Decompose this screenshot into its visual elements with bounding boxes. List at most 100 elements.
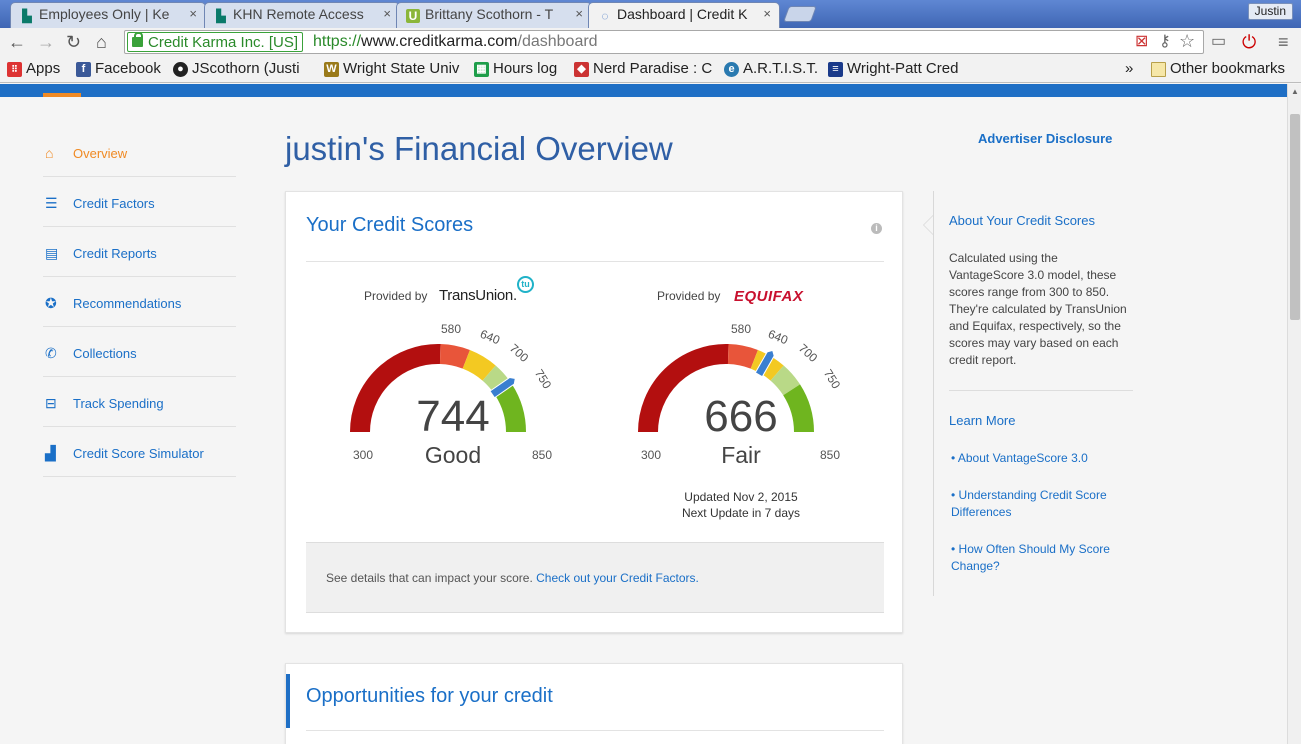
tab-strip: ▙ Employees Only | Ke × ▙ KHN Remote Acc… bbox=[0, 0, 1301, 28]
gauge-tick-label: 580 bbox=[441, 322, 462, 336]
about-scores-text: Calculated using the VantageScore 3.0 mo… bbox=[949, 251, 1127, 367]
checklist-icon: ☰ bbox=[45, 195, 58, 211]
ribbon-icon: ✪ bbox=[45, 295, 57, 311]
score-change-link[interactable]: • How Often Should My Score Change? bbox=[951, 541, 1121, 575]
transunion-badge-icon: tu bbox=[517, 276, 534, 293]
new-tab-button[interactable] bbox=[783, 6, 817, 22]
wsu-icon: W bbox=[324, 62, 339, 77]
ev-certificate-badge[interactable]: Credit Karma Inc. [US] bbox=[127, 32, 304, 52]
bookmarks-overflow-chevron[interactable]: » bbox=[1125, 60, 1133, 80]
sidebar-item-credit-factors[interactable]: ☰ Credit Factors bbox=[43, 177, 236, 227]
sidebar-item-overview[interactable]: ⌂ Overview bbox=[43, 127, 236, 177]
tab-khn-remote[interactable]: ▙ KHN Remote Access × bbox=[204, 2, 400, 28]
back-arrow-icon[interactable]: ← bbox=[8, 32, 26, 52]
tab-title: Brittany Scothorn - T bbox=[425, 6, 554, 22]
sheets-icon: ▦ bbox=[474, 62, 489, 77]
info-icon[interactable]: i bbox=[871, 223, 882, 234]
browser-toolbar: ← → ↻ ⌂ Credit Karma Inc. [US] https://w… bbox=[0, 28, 1301, 57]
tab-title: Employees Only | Ke bbox=[39, 6, 170, 22]
profile-button[interactable]: Justin bbox=[1247, 3, 1293, 20]
credit-score-rating: Fair bbox=[721, 442, 761, 468]
bookmark-other[interactable]: Other bookmarks bbox=[1151, 60, 1296, 80]
understanding-differences-link[interactable]: • Understanding Credit Score Differences bbox=[951, 487, 1121, 521]
artist-icon: e bbox=[724, 62, 739, 77]
bookmark-label: JScothorn (Justi bbox=[192, 60, 300, 77]
close-icon[interactable]: × bbox=[189, 6, 197, 21]
bookmark-hours-log[interactable]: ▦ Hours log bbox=[474, 60, 564, 80]
sidebar-item-score-simulator[interactable]: ▟ Credit Score Simulator bbox=[43, 427, 236, 477]
bookmark-github[interactable]: ● JScothorn (Justi bbox=[173, 60, 313, 80]
phone-icon: ✆ bbox=[45, 345, 57, 361]
address-bar[interactable]: Credit Karma Inc. [US] https://www.credi… bbox=[124, 30, 1204, 54]
sidebar-item-recommendations[interactable]: ✪ Recommendations bbox=[43, 277, 236, 327]
credit-score-rating: Good bbox=[424, 442, 482, 468]
key-icon[interactable]: ⚷ bbox=[1159, 32, 1171, 52]
tab-title: Dashboard | Credit K bbox=[617, 6, 748, 22]
home-icon[interactable]: ⌂ bbox=[96, 32, 107, 52]
page-scrollbar[interactable]: ▲ bbox=[1287, 84, 1301, 744]
update-info: Updated Nov 2, 2015 Next Update in 7 day… bbox=[666, 489, 816, 521]
learn-more-heading: Learn More bbox=[949, 413, 1016, 428]
site-header-bar bbox=[0, 84, 1287, 97]
bookmark-label: Facebook bbox=[95, 60, 161, 77]
close-icon[interactable]: × bbox=[763, 6, 771, 21]
loading-icon: ◌ bbox=[601, 9, 609, 23]
sidebar-item-label: Credit Factors bbox=[73, 196, 155, 211]
facebook-icon: f bbox=[76, 62, 91, 77]
about-vantagescore-link[interactable]: • About VantageScore 3.0 bbox=[951, 450, 1121, 467]
lock-icon bbox=[132, 32, 143, 47]
scrollbar-thumb[interactable] bbox=[1290, 114, 1300, 320]
github-icon: ● bbox=[173, 62, 188, 77]
tab-employees-only[interactable]: ▙ Employees Only | Ke × bbox=[10, 2, 206, 28]
bookmark-wright-patt[interactable]: ≡ Wright-Patt Cred bbox=[828, 60, 966, 80]
blocked-cookie-icon[interactable]: ⊠ bbox=[1135, 32, 1148, 52]
k-logo-icon: ▙ bbox=[216, 9, 226, 23]
gauge-segment bbox=[439, 344, 470, 369]
forward-arrow-icon[interactable]: → bbox=[37, 32, 55, 52]
active-nav-indicator bbox=[43, 93, 81, 97]
advertiser-disclosure-link[interactable]: Advertiser Disclosure bbox=[978, 131, 1112, 146]
tab-title: KHN Remote Access bbox=[233, 6, 364, 22]
panel-pointer bbox=[924, 216, 933, 234]
sidebar-item-credit-reports[interactable]: ▤ Credit Reports bbox=[43, 227, 236, 277]
folder-icon bbox=[1151, 62, 1166, 77]
sidebar-nav: ⌂ Overview ☰ Credit Factors ▤ Credit Rep… bbox=[43, 127, 236, 477]
menu-icon[interactable]: ≡ bbox=[1278, 32, 1289, 52]
provided-by-label: Provided by bbox=[364, 289, 428, 303]
card-title: Opportunities for your credit bbox=[306, 685, 553, 707]
star-icon[interactable]: ☆ bbox=[1179, 31, 1195, 51]
url-scheme: https:// bbox=[313, 33, 362, 50]
u-logo-icon: U bbox=[406, 9, 420, 23]
credit-score-value: 666 bbox=[704, 392, 778, 441]
close-icon[interactable]: × bbox=[575, 6, 583, 21]
close-icon[interactable]: × bbox=[383, 6, 391, 21]
adblock-icon[interactable]: ⏻ bbox=[1242, 32, 1256, 52]
equifax-gauge: 580 640 700 750 300 850 666 Fair bbox=[626, 322, 856, 472]
tab-dashboard[interactable]: ◌ Dashboard | Credit K × bbox=[588, 2, 780, 28]
updated-date: Updated Nov 2, 2015 bbox=[684, 490, 798, 504]
sidebar-item-collections[interactable]: ✆ Collections bbox=[43, 327, 236, 377]
reload-icon[interactable]: ↻ bbox=[66, 32, 81, 52]
bookmark-facebook[interactable]: f Facebook bbox=[76, 60, 164, 80]
tab-brittany[interactable]: U Brittany Scothorn - T × bbox=[396, 2, 592, 28]
sidebar-item-track-spending[interactable]: ⊟ Track Spending bbox=[43, 377, 236, 427]
bookmark-nerd-paradise[interactable]: ◆ Nerd Paradise : C bbox=[574, 60, 712, 80]
bookmark-wright-state[interactable]: W Wright State Univ bbox=[324, 60, 463, 80]
bookmarks-bar: ⠿ Apps f Facebook ● JScothorn (Justi W W… bbox=[0, 57, 1301, 83]
credit-factors-link[interactable]: Check out your Credit Factors. bbox=[536, 571, 699, 585]
right-panel-divider bbox=[933, 191, 934, 596]
opportunities-card: Opportunities for your credit bbox=[285, 663, 903, 744]
url-text[interactable]: https://www.creditkarma.com/dashboard bbox=[313, 33, 598, 51]
bookmark-artist[interactable]: e A.R.T.I.S.T. bbox=[724, 60, 817, 80]
credit-factors-notice: See details that can impact your score. … bbox=[306, 542, 884, 613]
notice-text: See details that can impact your score. … bbox=[326, 571, 699, 585]
bookmark-apps[interactable]: ⠿ Apps bbox=[7, 60, 67, 80]
divider bbox=[949, 390, 1133, 391]
credit-scores-card: Your Credit Scores i Provided by TransUn… bbox=[285, 191, 903, 633]
cast-icon[interactable]: ▭ bbox=[1211, 32, 1226, 52]
sidebar-item-label: Collections bbox=[73, 346, 137, 361]
ev-cert-label: Credit Karma Inc. [US] bbox=[148, 34, 299, 51]
provided-by-label: Provided by bbox=[657, 289, 721, 303]
gauge-segment bbox=[727, 344, 758, 369]
scroll-up-arrow-icon[interactable]: ▲ bbox=[1291, 87, 1299, 96]
